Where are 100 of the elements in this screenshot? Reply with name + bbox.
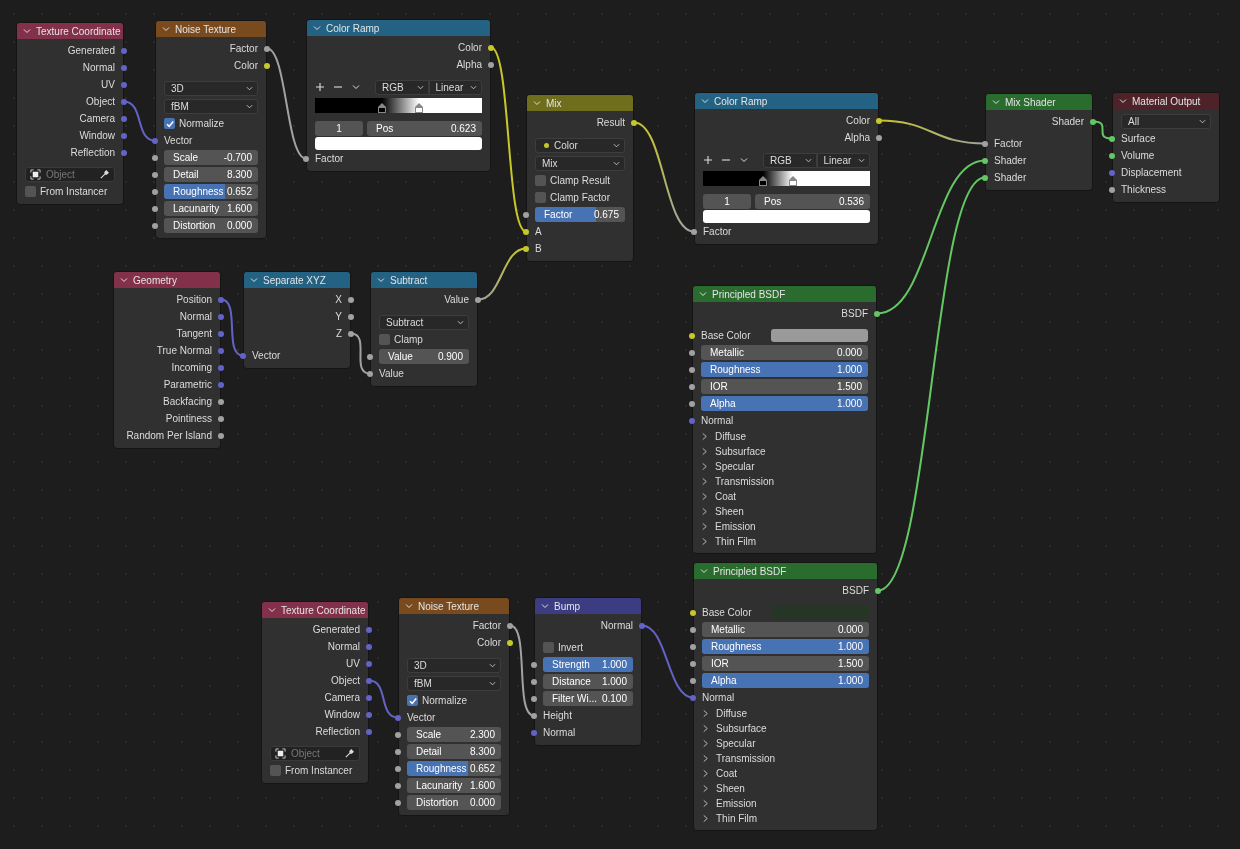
number-field[interactable]: Alpha 1.000 [701, 396, 868, 411]
eyedropper-icon[interactable] [344, 748, 355, 759]
socket[interactable] [523, 228, 529, 235]
panel-toggle[interactable]: Diffuse [697, 431, 746, 442]
socket[interactable] [1109, 152, 1115, 159]
checkbox[interactable] [379, 334, 390, 345]
socket[interactable] [488, 61, 494, 68]
number-field[interactable]: Detail 8.300 [164, 167, 258, 182]
checkbox[interactable] [407, 695, 418, 706]
checkbox[interactable] [25, 186, 36, 197]
number-field[interactable]: Distortion 0.000 [164, 218, 258, 233]
number-field[interactable]: Pos 0.623 [367, 121, 482, 136]
node-card[interactable]: Noise Texture Factor Color 3D fBM Normalize Vector Scale 2.300 Detail 8.300 Roughness 0.652 Lacunarity 1.600 Distortion 0.000 [398, 597, 510, 816]
panel-toggle[interactable]: Specular [697, 461, 755, 472]
socket[interactable] [507, 622, 513, 629]
chevron-down-icon[interactable] [351, 82, 361, 92]
panel-toggle[interactable]: Transmission [698, 753, 776, 764]
node-card[interactable]: Bump Normal Invert Strength 1.000 Distance 1.000 Filter Wi... 0.100 Height Normal [534, 597, 642, 746]
dropdown[interactable]: 3D [407, 657, 501, 673]
color-swatch[interactable] [703, 210, 870, 223]
number-field[interactable]: Metallic 0.000 [702, 622, 869, 637]
color-swatch[interactable] [771, 329, 868, 342]
socket[interactable] [690, 609, 696, 616]
socket[interactable] [982, 157, 988, 164]
number-field[interactable]: Roughness 0.652 [407, 761, 501, 776]
number-field[interactable]: Distance 1.000 [543, 674, 633, 689]
socket[interactable] [689, 332, 695, 339]
node-header[interactable]: Principled BSDF [693, 286, 876, 302]
socket[interactable] [874, 310, 880, 317]
dropdown[interactable]: fBM [407, 675, 501, 691]
panel-toggle[interactable]: Subsurface [698, 723, 767, 734]
number-field[interactable]: Detail 8.300 [407, 744, 501, 759]
checkbox[interactable] [543, 642, 554, 653]
socket[interactable] [689, 366, 695, 373]
socket[interactable] [348, 296, 354, 303]
socket[interactable] [690, 626, 696, 633]
object-field[interactable]: Object [25, 167, 115, 182]
socket[interactable] [395, 799, 401, 806]
socket[interactable] [395, 748, 401, 755]
socket[interactable] [475, 296, 481, 303]
chevron-down-icon[interactable] [268, 606, 276, 614]
dropdown[interactable]: RGB [375, 79, 429, 95]
node-header[interactable]: Texture Coordinate [17, 23, 123, 39]
panel-toggle[interactable]: Emission [697, 521, 756, 532]
chevron-down-icon[interactable] [23, 27, 31, 35]
socket[interactable] [689, 400, 695, 407]
node-header[interactable]: Noise Texture [399, 598, 509, 614]
chevron-down-icon[interactable] [162, 25, 170, 33]
panel-toggle[interactable]: Subsurface [697, 446, 766, 457]
chevron-down-icon[interactable] [1119, 97, 1127, 105]
chevron-down-icon[interactable] [120, 276, 128, 284]
socket[interactable] [264, 45, 270, 52]
socket[interactable] [348, 313, 354, 320]
socket[interactable] [367, 370, 373, 377]
color-ramp[interactable] [315, 98, 482, 113]
node-header[interactable]: Principled BSDF [694, 563, 877, 579]
panel-toggle[interactable]: Coat [697, 491, 737, 502]
number-field[interactable]: IOR 1.500 [701, 379, 868, 394]
dropdown[interactable]: 3D [164, 80, 258, 96]
node-card[interactable]: Principled BSDF BSDF Base Color Metallic 0.000 Roughness 1.000 IOR 1.500 Alpha 1.000 Normal Diffuse Subsurface Specular Transmission Coat Sheen Emission Thin Film [693, 562, 878, 831]
node-header[interactable]: Mix Shader [986, 94, 1092, 110]
socket[interactable] [303, 155, 309, 162]
socket[interactable] [152, 171, 158, 178]
dropdown[interactable]: Color [535, 137, 625, 153]
dropdown[interactable]: fBM [164, 98, 258, 114]
socket[interactable] [531, 661, 537, 668]
panel-toggle[interactable]: Emission [698, 798, 757, 809]
socket[interactable] [690, 643, 696, 650]
panel-toggle[interactable]: Thin Film [697, 536, 757, 547]
number-field[interactable]: IOR 1.500 [702, 656, 869, 671]
node-header[interactable]: Separate XYZ [244, 272, 350, 288]
checkbox[interactable] [270, 765, 281, 776]
number-field[interactable]: Pos 0.536 [755, 194, 870, 209]
node-header[interactable]: Noise Texture [156, 21, 266, 37]
dropdown[interactable]: All [1121, 113, 1211, 129]
socket[interactable] [218, 398, 224, 405]
socket[interactable] [488, 44, 494, 51]
dropdown[interactable]: Linear [428, 79, 482, 95]
socket[interactable] [876, 134, 882, 141]
socket[interactable] [152, 222, 158, 229]
socket[interactable] [875, 587, 881, 594]
socket[interactable] [367, 353, 373, 360]
number-field[interactable]: Value 0.900 [379, 349, 469, 364]
node-header[interactable]: Texture Coordinate [262, 602, 368, 618]
number-field[interactable]: Strength 1.000 [543, 657, 633, 672]
checkbox[interactable] [535, 175, 546, 186]
node-header[interactable]: Subtract [371, 272, 477, 288]
node-card[interactable]: Material Output All Surface Volume Displacement Thickness [1112, 92, 1220, 203]
color-swatch[interactable] [315, 137, 482, 150]
node-card[interactable]: Noise Texture Factor Color 3D fBM Normalize Vector Scale -0.700 Detail 8.300 Roughness 0.652 Lacunarity 1.600 Distortion 0.000 [155, 20, 267, 239]
socket[interactable] [523, 245, 529, 252]
number-field[interactable]: Roughness 1.000 [701, 362, 868, 377]
panel-toggle[interactable]: Transmission [697, 476, 775, 487]
chevron-down-icon[interactable] [405, 602, 413, 610]
socket[interactable] [876, 117, 882, 124]
number-field[interactable]: Lacunarity 1.600 [407, 778, 501, 793]
socket[interactable] [531, 712, 537, 719]
color-ramp[interactable] [703, 171, 870, 186]
chevron-down-icon[interactable] [739, 155, 749, 165]
object-field[interactable]: Object [270, 746, 360, 761]
